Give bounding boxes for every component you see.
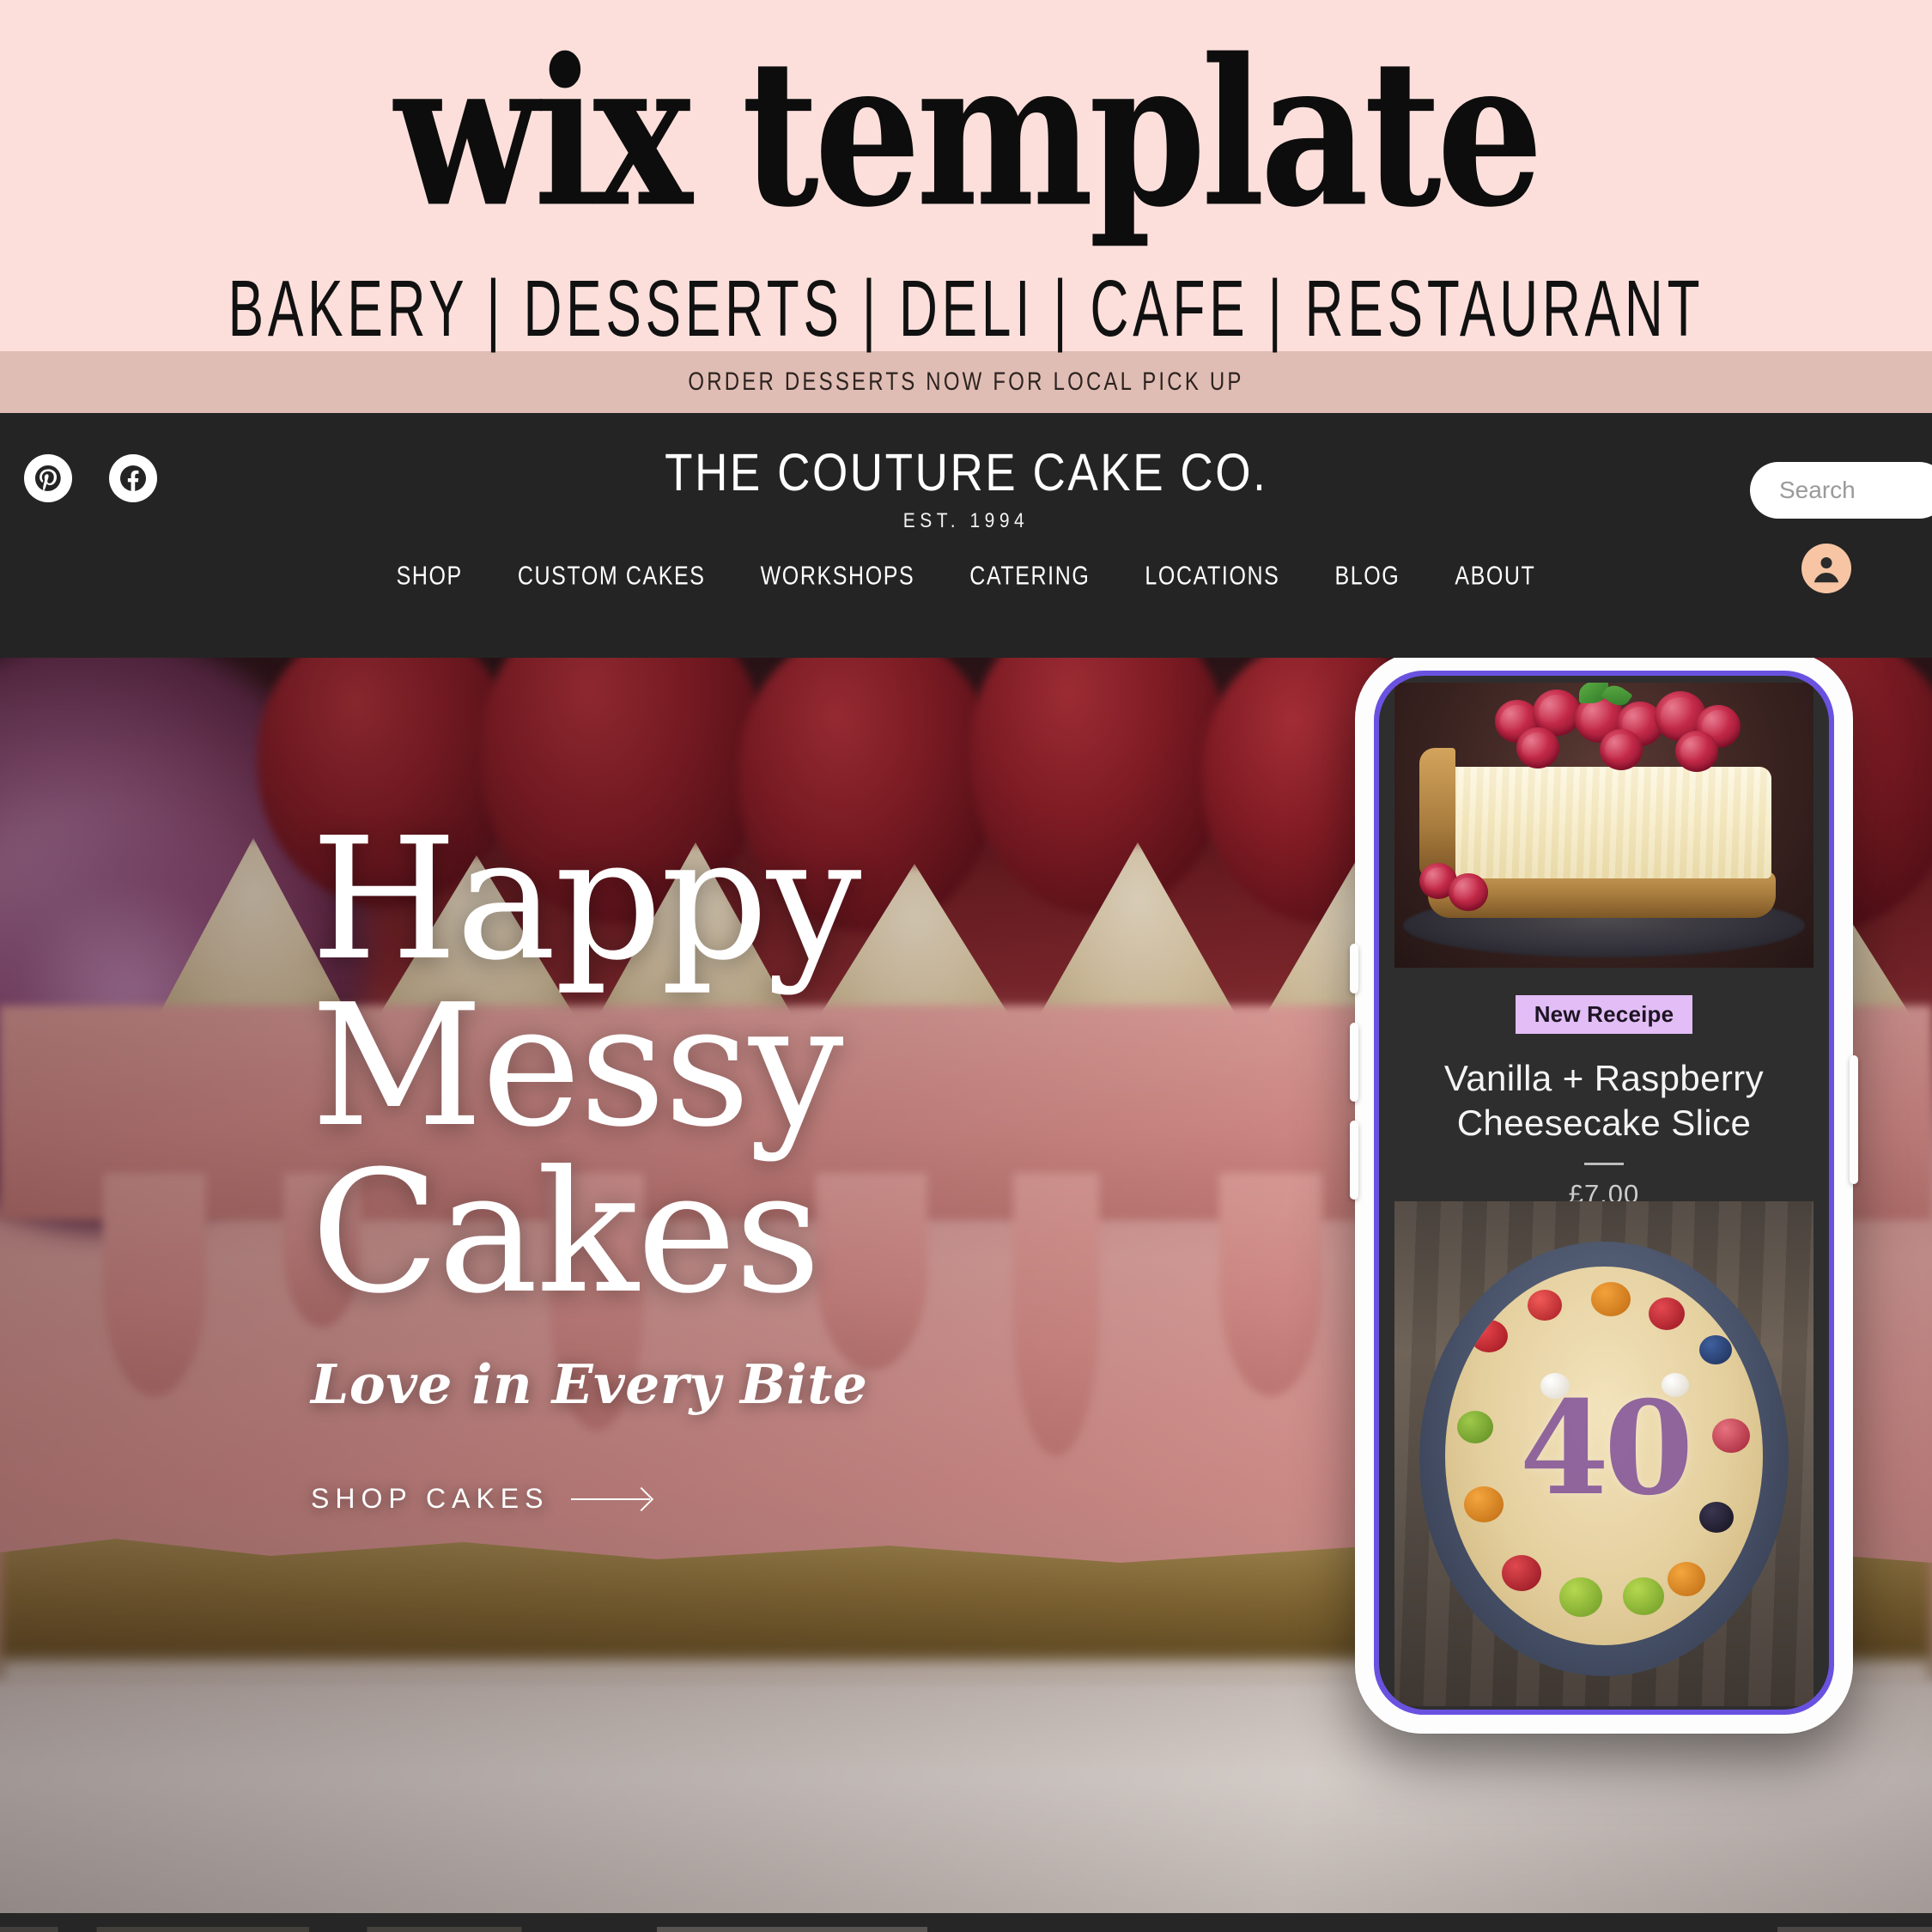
shop-cakes-label: SHOP CAKES (311, 1483, 550, 1515)
shop-cakes-button[interactable]: SHOP CAKES (311, 1483, 651, 1515)
phone-screen: New Receipe Vanilla + Raspberry Cheeseca… (1379, 676, 1829, 1710)
next-section-strip (0, 1913, 1932, 1932)
main-navigation: SHOP CUSTOM CAKES WORKSHOPS CATERING LOC… (0, 562, 1932, 592)
status-badge: New Receipe (1515, 995, 1693, 1034)
nav-item-locations[interactable]: LOCATIONS (1117, 562, 1307, 592)
phone-mockup: New Receipe Vanilla + Raspberry Cheeseca… (1350, 658, 1858, 1734)
hero-section: Happy Messy Cakes Love in Every Bite SHO… (0, 658, 1932, 1913)
announcement-bar: ORDER DESSERTS NOW FOR LOCAL PICK UP (0, 351, 1932, 413)
search-input[interactable] (1779, 477, 1932, 504)
phone-button-power[interactable] (1850, 1055, 1858, 1184)
nav-item-workshops[interactable]: WORKSHOPS (733, 562, 943, 592)
phone-button-volume-down[interactable] (1350, 1121, 1358, 1200)
hero-tagline: Love in Every Bite (311, 1352, 868, 1417)
account-button[interactable] (1801, 544, 1851, 593)
cake-number: 40 (1519, 1373, 1694, 1525)
hero-heading-line-1: Happy (311, 802, 861, 998)
nav-item-custom-cakes[interactable]: CUSTOM CAKES (490, 562, 733, 592)
hero-copy: Happy Messy Cakes Love in Every Bite SHO… (311, 802, 868, 1515)
promo-categories: BAKERY | DESSERTS | DELI | CAFE | RESTAU… (228, 263, 1704, 354)
promo-wordmark: wix template (393, 14, 1543, 252)
hero-heading-line-2: Messy (311, 969, 844, 1165)
product-card-details: New Receipe Vanilla + Raspberry Cheeseca… (1379, 975, 1829, 1209)
brand-name[interactable]: THE COUTURE CAKE CO. (665, 443, 1267, 504)
promo-banner: wix template BAKERY | DESSERTS | DELI | … (0, 0, 1932, 354)
product-title[interactable]: Vanilla + Raspberry Cheesecake Slice (1379, 1056, 1829, 1145)
announcement-text: ORDER DESSERTS NOW FOR LOCAL PICK UP (688, 367, 1244, 397)
divider (1584, 1163, 1624, 1166)
product-image-fruit-cake[interactable]: 40 (1394, 1201, 1814, 1706)
search-box[interactable] (1750, 462, 1932, 519)
page-root: wix template BAKERY | DESSERTS | DELI | … (0, 0, 1932, 1932)
brand-established: EST. 1994 (902, 509, 1030, 532)
phone-button-mute[interactable] (1350, 944, 1358, 993)
person-icon (1814, 556, 1839, 583)
next-section-content-peek (0, 1927, 1932, 1932)
nav-item-shop[interactable]: SHOP (369, 562, 490, 592)
product-image-cheesecake[interactable] (1394, 683, 1814, 968)
nav-item-blog[interactable]: BLOG (1307, 562, 1427, 592)
nav-item-about[interactable]: ABOUT (1427, 562, 1563, 592)
site-header: THE COUTURE CAKE CO. EST. 1994 SHOP CUST… (0, 413, 1932, 658)
brand-block: THE COUTURE CAKE CO. EST. 1994 (0, 444, 1932, 532)
hero-heading-line-3: Cakes (311, 1135, 821, 1332)
nav-item-catering[interactable]: CATERING (942, 562, 1117, 592)
arrow-right-icon (571, 1498, 651, 1500)
phone-button-volume-up[interactable] (1350, 1023, 1358, 1102)
hero-heading: Happy Messy Cakes (311, 802, 867, 1332)
